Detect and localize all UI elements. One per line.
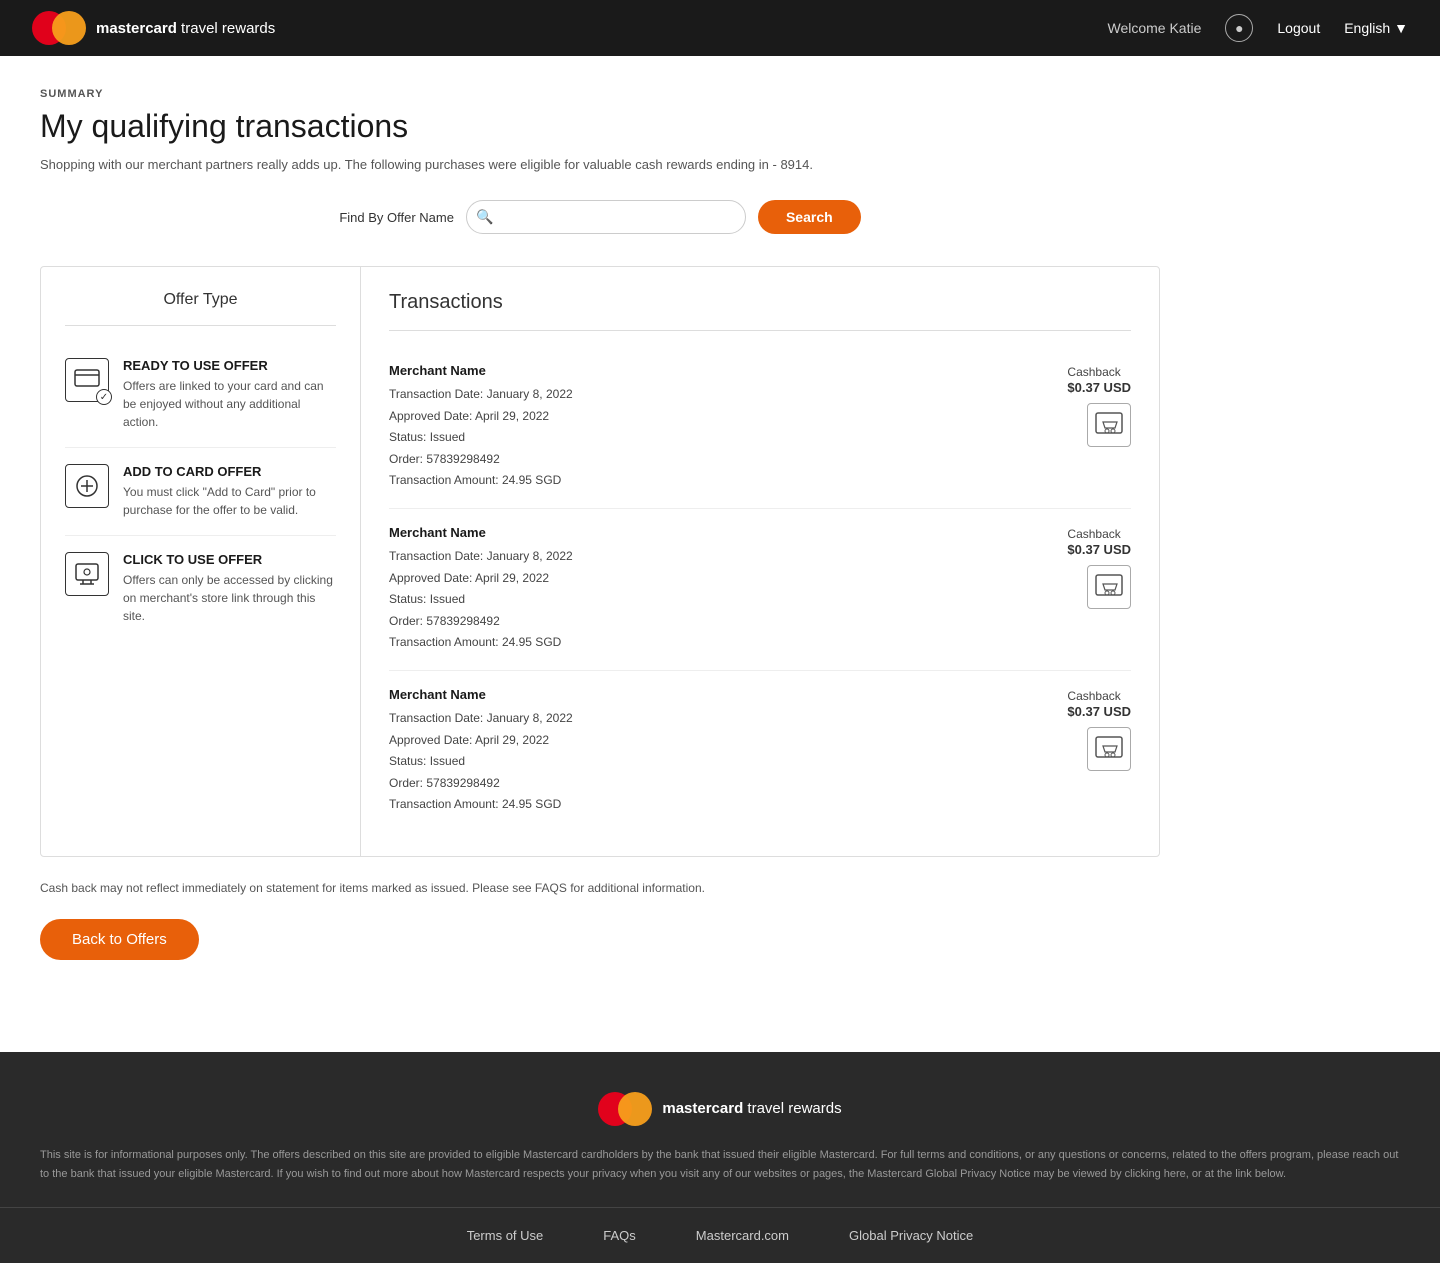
offer-item-ready: ✓ READY TO USE OFFER Offers are linked t… [65,342,336,448]
footer-mc-orange [618,1092,652,1126]
cashback-amount: $0.37 USD [1067,380,1131,395]
page-description: Shopping with our merchant partners real… [40,157,1160,172]
transaction-right: Cashback $0.37 USD [1067,525,1131,609]
header-nav: Welcome Katie ● Logout English ▼ [1107,14,1408,42]
offer-item-addtocard: ADD TO CARD OFFER You must click "Add to… [65,448,336,536]
checkmark-icon: ✓ [96,389,112,405]
transaction-detail: Transaction Date: January 8, 2022 Approv… [389,546,573,654]
transaction-detail: Transaction Date: January 8, 2022 Approv… [389,384,573,492]
chevron-down-icon: ▼ [1394,20,1408,36]
brand-name: mastercard travel rewards [96,20,275,37]
transaction-merchant: Merchant Name [389,363,573,378]
mastercard-logo [32,11,86,45]
search-button[interactable]: Search [758,200,861,234]
welcome-text: Welcome Katie [1107,20,1201,36]
transaction-item: Merchant Name Transaction Date: January … [389,671,1131,832]
footer-top: mastercard travel rewards [0,1052,1440,1146]
addtocard-offer-icon [65,464,109,508]
ready-offer-text: READY TO USE OFFER Offers are linked to … [123,358,336,431]
transaction-merchant: Merchant Name [389,687,573,702]
cashback-amount: $0.37 USD [1067,704,1131,719]
brand-light: travel rewards [177,20,275,37]
ready-offer-desc: Offers are linked to your card and can b… [123,377,336,431]
content-grid: Offer Type ✓ READY TO USE OFFER Offers a… [40,266,1160,857]
summary-label: SUMMARY [40,88,1160,100]
transactions-title: Transactions [389,291,1131,331]
search-input-wrapper: 🔍 [466,200,746,234]
clicktouse-offer-desc: Offers can only be accessed by clicking … [123,571,336,625]
transaction-info: Merchant Name Transaction Date: January … [389,525,573,654]
cart-icon [1087,565,1131,609]
addtocard-offer-name: ADD TO CARD OFFER [123,464,336,479]
transaction-list: Merchant Name Transaction Date: January … [389,347,1131,832]
footer-brand-bold: mastercard [662,1100,743,1117]
transaction-merchant: Merchant Name [389,525,573,540]
footer-link[interactable]: Terms of Use [467,1228,544,1243]
main-content: SUMMARY My qualifying transactions Shopp… [0,56,1200,992]
footer-brand-light: travel rewards [743,1100,841,1117]
ready-offer-name: READY TO USE OFFER [123,358,336,373]
ready-offer-icon: ✓ [65,358,109,402]
logo-area: mastercard travel rewards [32,11,275,45]
cashback-label: Cashback [1067,527,1120,541]
cart-icon [1087,403,1131,447]
footer-link[interactable]: FAQs [603,1228,636,1243]
footer-disclaimer: This site is for informational purposes … [0,1146,1440,1207]
addtocard-offer-desc: You must click "Add to Card" prior to pu… [123,483,336,519]
search-label: Find By Offer Name [339,210,454,225]
transaction-info: Merchant Name Transaction Date: January … [389,687,573,816]
clicktouse-offer-icon [65,552,109,596]
footer-brand: mastercard travel rewards [662,1100,841,1117]
cart-icon [1087,727,1131,771]
cashback-label: Cashback [1067,689,1120,703]
transactions-panel: Transactions Merchant Name Transaction D… [361,267,1159,856]
search-input[interactable] [466,200,746,234]
mc-orange-circle [52,11,86,45]
page-title: My qualifying transactions [40,108,1160,145]
search-row: Find By Offer Name 🔍 Search [40,200,1160,234]
cashback-label: Cashback [1067,365,1120,379]
back-to-offers-button[interactable]: Back to Offers [40,919,199,960]
footer-link[interactable]: Global Privacy Notice [849,1228,973,1243]
footer-logo: mastercard travel rewards [598,1092,841,1126]
offer-type-title: Offer Type [65,291,336,326]
offer-type-panel: Offer Type ✓ READY TO USE OFFER Offers a… [41,267,361,856]
cashback-note: Cash back may not reflect immediately on… [40,881,1160,895]
language-label: English [1344,20,1390,36]
transaction-info: Merchant Name Transaction Date: January … [389,363,573,492]
addtocard-offer-text: ADD TO CARD OFFER You must click "Add to… [123,464,336,519]
transaction-right: Cashback $0.37 USD [1067,687,1131,771]
clicktouse-offer-text: CLICK TO USE OFFER Offers can only be ac… [123,552,336,625]
transaction-item: Merchant Name Transaction Date: January … [389,509,1131,671]
footer-links: Terms of Use FAQs Mastercard.com Global Pri… [0,1207,1440,1263]
footer-link[interactable]: Mastercard.com [696,1228,789,1243]
clicktouse-offer-name: CLICK TO USE OFFER [123,552,336,567]
profile-icon[interactable]: ● [1225,14,1253,42]
header: mastercard travel rewards Welcome Katie … [0,0,1440,56]
transaction-item: Merchant Name Transaction Date: January … [389,347,1131,509]
transaction-detail: Transaction Date: January 8, 2022 Approv… [389,708,573,816]
search-icon: 🔍 [476,209,493,226]
transaction-right: Cashback $0.37 USD [1067,363,1131,447]
footer: mastercard travel rewards This site is f… [0,1052,1440,1263]
footer-mc-logo [598,1092,652,1126]
logout-button[interactable]: Logout [1277,20,1320,36]
language-selector[interactable]: English ▼ [1344,20,1408,36]
cashback-amount: $0.37 USD [1067,542,1131,557]
brand-bold: mastercard [96,20,177,37]
offer-item-clicktouse: CLICK TO USE OFFER Offers can only be ac… [65,536,336,641]
